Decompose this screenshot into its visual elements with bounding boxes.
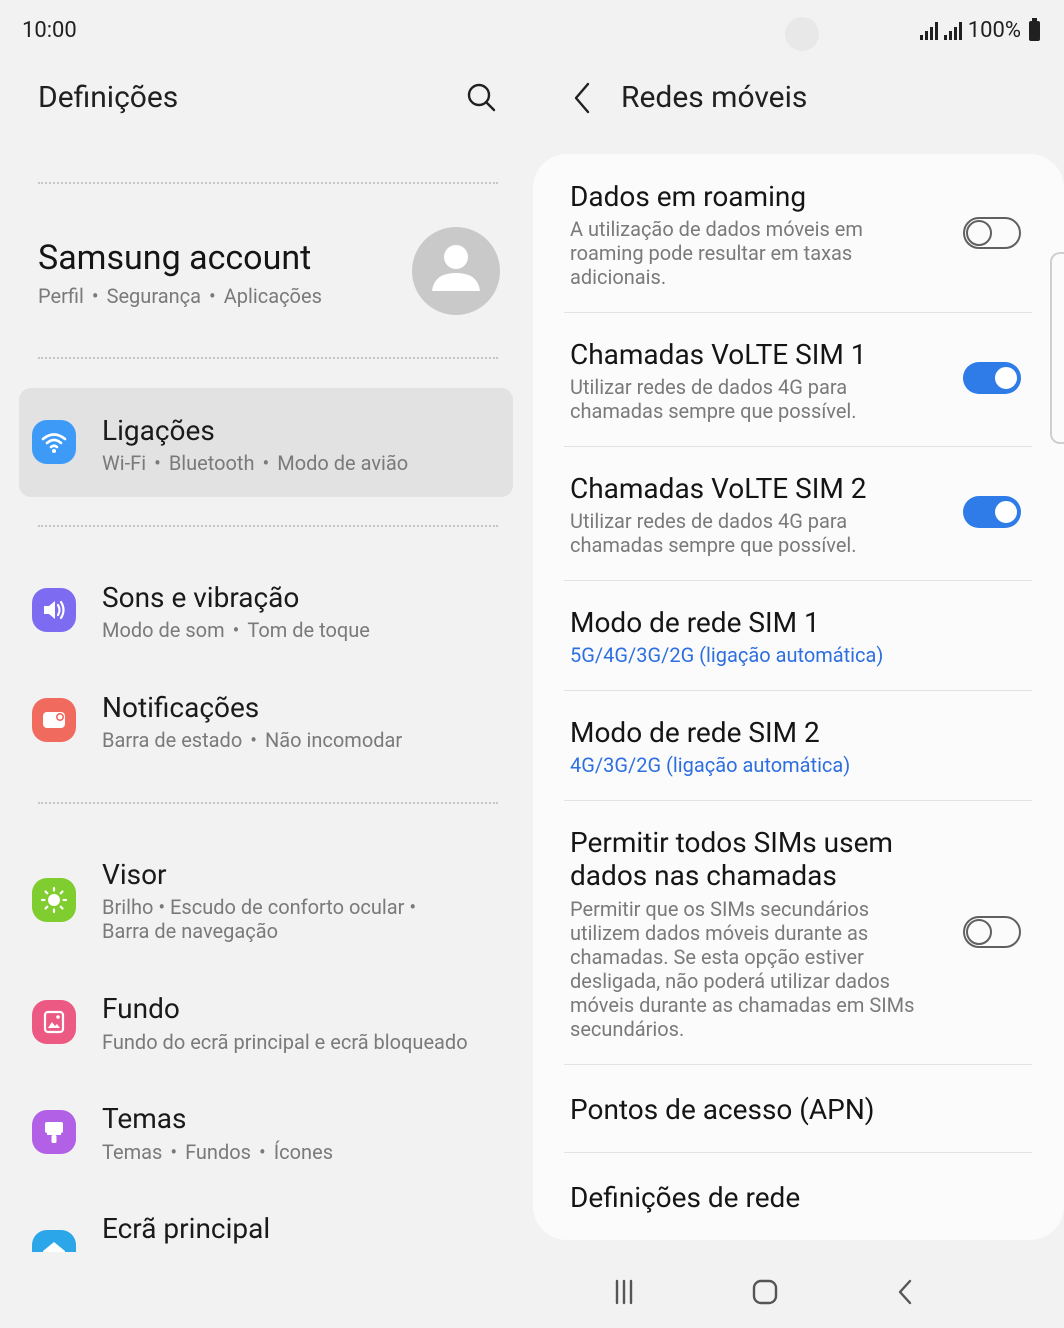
sidebar-item-notificacoes[interactable] — [19, 670, 513, 770]
sidebar-item-label: Visor — [102, 858, 167, 891]
back-arrow-icon — [574, 82, 590, 114]
sidebar-item-subtitle: Barra de navegação — [102, 919, 278, 943]
sidebar-item-ecra[interactable]: Ecrã principal — [19, 1195, 513, 1252]
signal-icon — [943, 21, 962, 40]
setting-title: Dados em roaming — [570, 180, 807, 213]
setting-title: Chamadas VoLTE SIM 1 — [570, 338, 867, 371]
divider — [38, 357, 498, 359]
sidebar-item-subtitle: Brilho • Escudo de conforto ocular • — [102, 895, 417, 919]
sidebar-item-subtitle: Wi-Fi • Bluetooth • Modo de avião — [102, 451, 409, 475]
notification-icon — [32, 698, 76, 742]
status-indicators: 100% — [919, 17, 1040, 43]
avatar-icon — [432, 245, 480, 291]
sidebar-item-label: Temas — [102, 1102, 187, 1135]
recents-button[interactable] — [602, 1270, 646, 1314]
edge-panel-handle[interactable] — [1050, 252, 1064, 444]
account-subtitle: Perfil • Segurança • Aplicações — [38, 284, 322, 308]
setting-title: Modo de rede SIM 2 — [570, 716, 820, 749]
sidebar-item-fundo[interactable] — [19, 975, 513, 1075]
recents-icon — [615, 1279, 633, 1305]
setting-title: dados nas chamadas — [570, 859, 837, 892]
divider — [564, 800, 1032, 801]
sidebar-item-subtitle: Barra de estado • Não incomodar — [102, 728, 403, 752]
home-button[interactable] — [743, 1270, 787, 1314]
home-icon — [32, 1230, 76, 1252]
setting-description: Utilizar redes de dados 4G para chamadas… — [570, 375, 857, 423]
sidebar-item-label: Ecrã principal — [102, 1212, 271, 1245]
allow-sims-data-toggle[interactable] — [963, 916, 1021, 948]
sidebar-item-subtitle: Temas • Fundos • Ícones — [102, 1140, 334, 1164]
setting-value: 5G/4G/3G/2G (ligação automática) — [570, 643, 884, 667]
battery-icon — [1029, 17, 1040, 41]
sidebar-item-label: Ligações — [102, 414, 215, 447]
nav-back-button[interactable] — [884, 1270, 928, 1314]
page-title: Definições — [38, 80, 179, 115]
setting-title: Pontos de acesso (APN) — [570, 1093, 875, 1126]
avatar[interactable] — [412, 227, 500, 315]
wallpaper-icon — [32, 1000, 76, 1044]
back-button[interactable] — [566, 78, 600, 118]
search-button[interactable] — [462, 78, 500, 116]
setting-description: Permitir que os SIMs secundários utilize… — [570, 897, 915, 1041]
volte-sim2-toggle[interactable] — [963, 496, 1021, 528]
sidebar-item-temas[interactable] — [19, 1085, 513, 1185]
divider — [38, 525, 498, 527]
front-camera — [785, 17, 819, 51]
divider — [564, 1152, 1032, 1153]
divider — [564, 312, 1032, 313]
setting-title: Definições de rede — [570, 1181, 801, 1214]
sidebar-item-label: Notificações — [102, 691, 260, 724]
status-time: 10:00 — [22, 18, 77, 43]
battery-percent: 100% — [967, 18, 1021, 43]
paintbrush-icon — [32, 1110, 76, 1154]
signal-icon — [919, 21, 938, 40]
page-title: Redes móveis — [621, 80, 808, 115]
divider — [38, 802, 498, 804]
divider — [564, 690, 1032, 691]
setting-title: Chamadas VoLTE SIM 2 — [570, 472, 867, 505]
volte-sim1-toggle[interactable] — [963, 362, 1021, 394]
wifi-icon — [32, 420, 76, 464]
back-icon — [898, 1279, 912, 1305]
divider — [564, 1064, 1032, 1065]
sidebar-item-subtitle: Modo de som • Tom de toque — [102, 618, 370, 642]
setting-title: Permitir todos SIMs usem — [570, 826, 893, 859]
brightness-icon — [32, 878, 76, 922]
sidebar-item-label: Fundo — [102, 992, 180, 1025]
setting-value: 4G/3G/2G (ligação automática) — [570, 753, 851, 777]
volume-icon — [32, 588, 76, 632]
setting-description: Utilizar redes de dados 4G para chamadas… — [570, 509, 857, 557]
account-name: Samsung account — [38, 238, 312, 278]
sidebar-item-subtitle: Fundo do ecrã principal e ecrã bloqueado — [102, 1030, 468, 1054]
setting-title: Modo de rede SIM 1 — [570, 606, 820, 639]
setting-description: A utilização de dados móveis em roaming … — [570, 217, 863, 289]
divider — [38, 182, 498, 184]
home-button-icon — [752, 1279, 778, 1305]
divider — [564, 446, 1032, 447]
roaming-toggle[interactable] — [963, 217, 1021, 249]
search-icon — [467, 83, 496, 112]
sidebar-item-label: Sons e vibração — [102, 581, 300, 614]
divider — [564, 580, 1032, 581]
sidebar-item-ligacoes[interactable] — [19, 388, 513, 497]
